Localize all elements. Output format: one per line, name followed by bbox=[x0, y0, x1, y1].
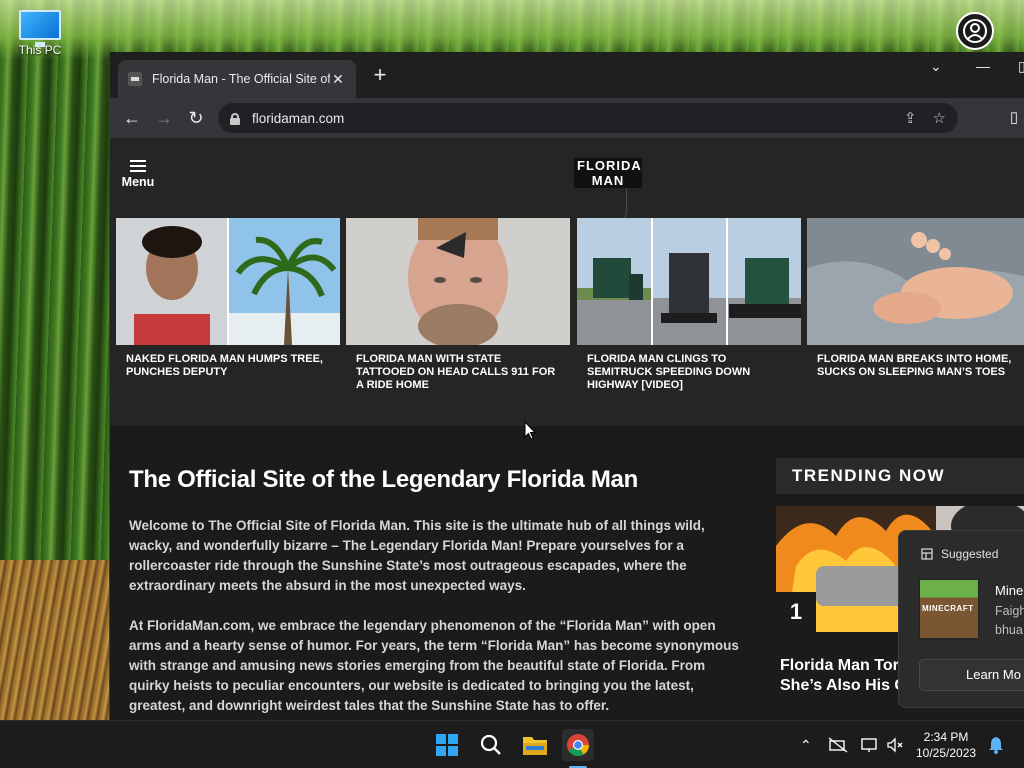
browser-tab[interactable]: Florida Man - The Official Site of ✕ bbox=[118, 60, 356, 98]
tab-close-icon[interactable]: ✕ bbox=[330, 71, 346, 88]
suggestion-app-name: Mine bbox=[995, 583, 1024, 598]
suggestion-header-label: Suggested bbox=[941, 547, 999, 561]
story-headline[interactable]: FLORIDA MAN BREAKS INTO HOME, SUCKS ON S… bbox=[807, 345, 1024, 379]
trending-heading: TRENDING NOW bbox=[776, 458, 1024, 494]
hamburger-icon bbox=[130, 160, 146, 172]
clock-time: 2:34 PM bbox=[923, 730, 969, 744]
desktop-icon-this-pc[interactable]: This PC bbox=[14, 10, 66, 57]
story-card[interactable]: FLORIDA MAN CLINGS TO SEMITRUCK SPEEDING… bbox=[577, 218, 801, 392]
app-icon-text: MINECRAFT bbox=[922, 604, 974, 613]
share-icon[interactable]: ⇪ bbox=[904, 109, 917, 127]
story-card[interactable]: FLORIDA MAN BREAKS INTO HOME, SUCKS ON S… bbox=[807, 218, 1024, 379]
story-thumbnail[interactable] bbox=[807, 218, 1024, 345]
story-card[interactable]: FLORIDA MAN WITH STATE TATTOOED ON HEAD … bbox=[346, 218, 570, 392]
story-carousel: NAKED FLORIDA MAN HUMPS TREE, PUNCHES DE… bbox=[110, 218, 1024, 426]
wallpaper-sky bbox=[0, 0, 1024, 60]
site-header: Menu FLORIDA MAN bbox=[110, 138, 1024, 223]
minecraft-app-icon[interactable]: MINECRAFT bbox=[919, 579, 979, 639]
suggestion-text: bhua bbox=[995, 623, 1023, 637]
computer-icon bbox=[19, 10, 61, 47]
clock-date: 10/25/2023 bbox=[916, 746, 977, 760]
search-icon[interactable] bbox=[475, 729, 507, 761]
story-thumbnail[interactable] bbox=[577, 218, 801, 345]
network-off-icon[interactable] bbox=[828, 737, 848, 756]
reload-button[interactable]: ↻ bbox=[184, 106, 208, 130]
menu-button[interactable]: Menu bbox=[120, 160, 156, 189]
display-icon[interactable] bbox=[860, 737, 880, 756]
suggestion-text: Faigh bbox=[995, 604, 1024, 618]
browser-toolbar: ← → ↻ floridaman.com ⇪ ☆ ▯ bbox=[110, 98, 1024, 138]
taskbar-clock[interactable]: 2:34 PM 10/25/2023 bbox=[916, 729, 976, 761]
trending-rank: 1 bbox=[776, 592, 816, 632]
menu-label: Menu bbox=[121, 175, 155, 189]
lock-icon[interactable] bbox=[230, 112, 240, 125]
story-card[interactable]: NAKED FLORIDA MAN HUMPS TREE, PUNCHES DE… bbox=[116, 218, 340, 379]
maximize-button[interactable]: ▯ bbox=[1018, 58, 1024, 75]
story-headline[interactable]: FLORIDA MAN CLINGS TO SEMITRUCK SPEEDING… bbox=[577, 345, 801, 392]
site-logo[interactable]: FLORIDA MAN bbox=[574, 158, 642, 223]
account-icon[interactable] bbox=[956, 12, 994, 50]
article-title: The Official Site of the Legendary Flori… bbox=[129, 466, 638, 493]
tray-overflow-chevron-icon[interactable]: ⌃ bbox=[800, 737, 812, 754]
site-favicon-icon bbox=[128, 72, 142, 86]
tab-strip: Florida Man - The Official Site of ✕ + ⌄… bbox=[110, 52, 1024, 98]
new-tab-button[interactable]: + bbox=[368, 64, 392, 88]
story-headline[interactable]: FLORIDA MAN WITH STATE TATTOOED ON HEAD … bbox=[346, 345, 570, 392]
suggestion-popup[interactable]: Suggested MINECRAFT Mine Faigh bhua Lear… bbox=[898, 530, 1024, 708]
article-paragraph: Welcome to The Official Site of Florida … bbox=[129, 518, 705, 593]
notification-bell-icon[interactable] bbox=[988, 736, 1004, 757]
wallpaper-grass bbox=[0, 560, 110, 720]
back-button[interactable]: ← bbox=[120, 106, 144, 130]
volume-muted-icon[interactable] bbox=[886, 737, 904, 756]
windows-start-icon[interactable] bbox=[431, 729, 463, 761]
logo-line-2: MAN bbox=[574, 173, 642, 188]
story-thumbnail[interactable] bbox=[346, 218, 570, 345]
suggested-icon bbox=[921, 548, 933, 560]
logo-line-1: FLORIDA bbox=[574, 158, 642, 173]
learn-more-button[interactable]: Learn Mo bbox=[919, 659, 1024, 691]
address-bar[interactable]: floridaman.com ⇪ ☆ bbox=[218, 103, 958, 133]
mouse-cursor-icon bbox=[524, 421, 536, 440]
bookmark-star-icon[interactable]: ☆ bbox=[933, 109, 946, 127]
article-paragraph: At FloridaMan.com, we embrace the legend… bbox=[129, 618, 739, 713]
forward-button[interactable]: → bbox=[152, 106, 176, 130]
side-panel-icon[interactable]: ▯ bbox=[1002, 106, 1024, 130]
chrome-icon[interactable] bbox=[562, 729, 594, 761]
suggestion-header: Suggested bbox=[921, 547, 998, 561]
story-thumbnail[interactable] bbox=[116, 218, 340, 345]
file-explorer-icon[interactable] bbox=[519, 729, 551, 761]
minimize-button[interactable]: — bbox=[976, 58, 990, 74]
taskbar: ⌃ 2:34 PM 10/25/2023 bbox=[0, 720, 1024, 768]
tab-title: Florida Man - The Official Site of bbox=[152, 72, 330, 86]
article: The Official Site of the Legendary Flori… bbox=[129, 466, 739, 736]
story-headline[interactable]: NAKED FLORIDA MAN HUMPS TREE, PUNCHES DE… bbox=[116, 345, 340, 379]
tab-search-icon[interactable]: ⌄ bbox=[930, 58, 942, 75]
url-text[interactable]: floridaman.com bbox=[252, 111, 344, 126]
